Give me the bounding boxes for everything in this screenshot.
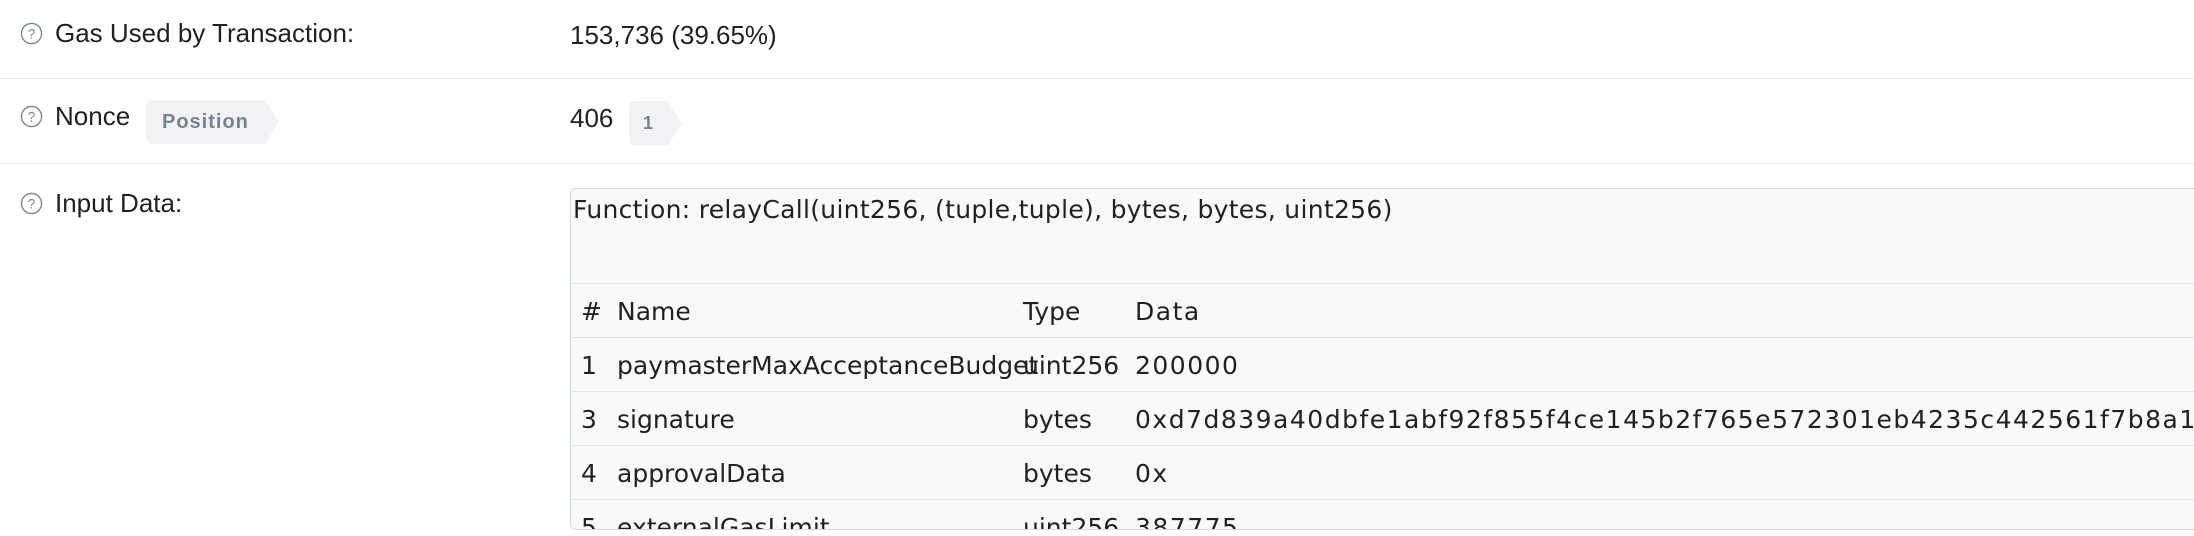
row-name: externalGasLimit: [617, 513, 830, 530]
svg-text:?: ?: [28, 26, 35, 41]
row-data[interactable]: 200000: [1135, 351, 1239, 380]
table-row: 3 signature bytes 0xd7d839a40dbfe1abf92f…: [571, 392, 2194, 446]
header-data: Data: [1135, 297, 1201, 326]
gas-used-label: ? Gas Used by Transaction:: [20, 18, 354, 49]
position-tag: Position: [146, 100, 279, 144]
row-type: uint256: [1023, 513, 1120, 530]
row-index: 3: [581, 405, 597, 434]
input-data-row: ? Input Data: Function: relayCall(uint25…: [0, 164, 2194, 536]
row-name: signature: [617, 405, 735, 434]
row-name: paymasterMaxAcceptanceBudget: [617, 351, 1039, 380]
row-type: bytes: [1023, 459, 1092, 488]
row-index: 5: [581, 513, 597, 530]
table-row: 5 externalGasLimit uint256 387775: [571, 500, 2194, 530]
row-data[interactable]: 387775: [1135, 513, 1239, 529]
row-index: 4: [581, 459, 597, 488]
row-data[interactable]: 0xd7d839a40dbfe1abf92f855f4ce145b2f765e5…: [1135, 405, 2194, 434]
row-type: bytes: [1023, 405, 1092, 434]
svg-text:?: ?: [28, 196, 35, 211]
row-index: 1: [581, 351, 597, 380]
function-signature: Function: relayCall(uint256, (tuple,tupl…: [573, 195, 1393, 224]
gas-used-row: ? Gas Used by Transaction: 153,736 (39.6…: [0, 0, 2194, 79]
gas-used-label-text: Gas Used by Transaction:: [55, 18, 355, 48]
gas-used-value: 153,736 (39.65%): [570, 20, 777, 50]
input-data-box[interactable]: Function: relayCall(uint256, (tuple,tupl…: [570, 188, 2194, 530]
row-data[interactable]: 0x: [1135, 459, 1169, 488]
decoded-input-table: # Name Type Data 1 paymasterMaxAcceptanc…: [571, 283, 2194, 530]
nonce-row: ? Nonce Position 406 1: [0, 79, 2194, 164]
nonce-value: 406: [570, 103, 614, 133]
svg-text:?: ?: [28, 109, 35, 124]
header-index: #: [581, 297, 602, 326]
row-type: uint256: [1023, 351, 1120, 380]
nonce-label-text: Nonce: [55, 101, 131, 131]
table-row: 4 approvalData bytes 0x: [571, 446, 2194, 500]
nonce-label: ? Nonce: [20, 101, 130, 132]
table-row: 1 paymasterMaxAcceptanceBudget uint256 2…: [571, 338, 2194, 392]
table-header-row: # Name Type Data: [571, 284, 2194, 338]
nonce-position-badge: 1: [629, 101, 683, 145]
input-data-label-text: Input Data:: [55, 188, 183, 218]
input-data-label: ? Input Data:: [20, 188, 182, 219]
row-name: approvalData: [617, 459, 786, 488]
header-type: Type: [1023, 297, 1081, 326]
question-circle-icon[interactable]: ?: [20, 22, 43, 45]
question-circle-icon[interactable]: ?: [20, 105, 43, 128]
question-circle-icon[interactable]: ?: [20, 192, 43, 215]
header-name: Name: [617, 297, 691, 326]
